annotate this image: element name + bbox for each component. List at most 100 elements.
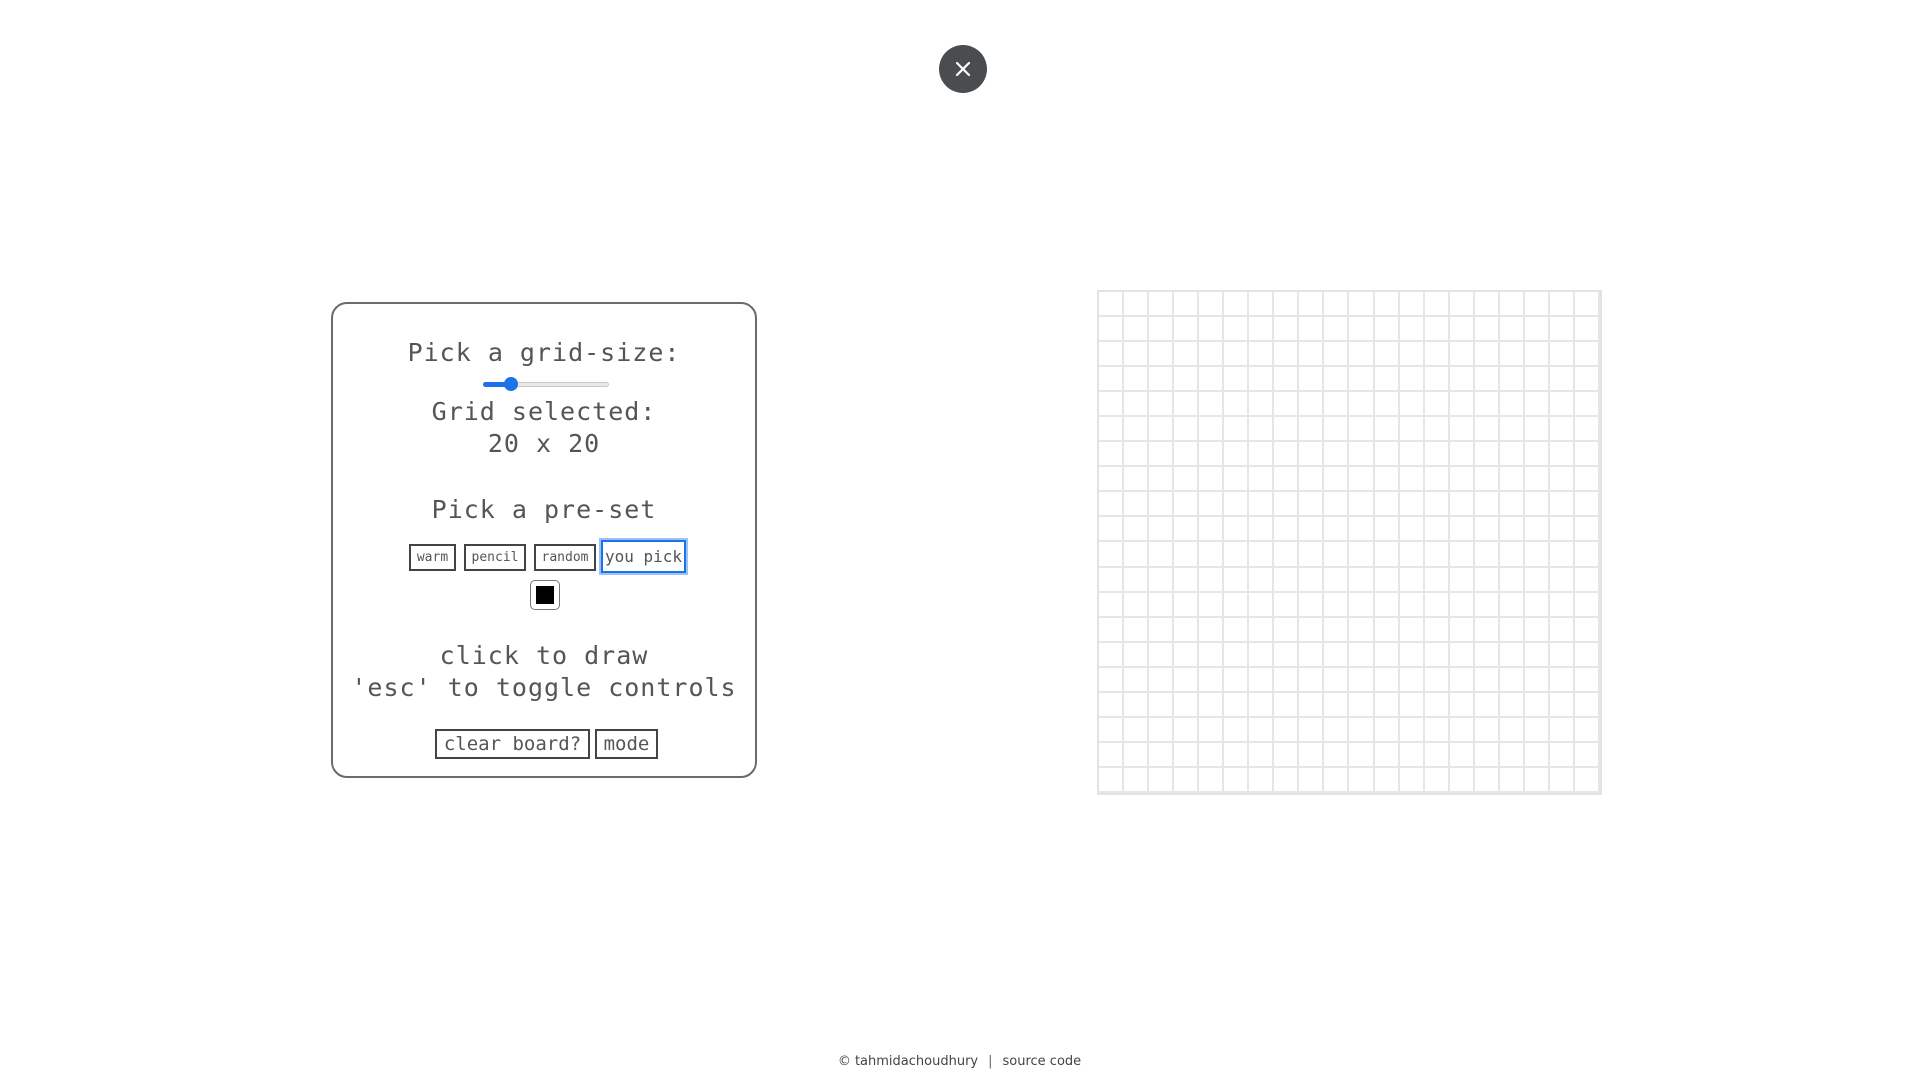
grid-cell[interactable] xyxy=(1524,342,1550,368)
grid-cell[interactable] xyxy=(1549,592,1575,618)
grid-cell[interactable] xyxy=(1174,292,1200,318)
grid-cell[interactable] xyxy=(1449,667,1475,693)
grid-cell[interactable] xyxy=(1549,667,1575,693)
grid-cell[interactable] xyxy=(1324,642,1350,668)
grid-cell[interactable] xyxy=(1274,592,1300,618)
grid-cell[interactable] xyxy=(1224,492,1250,518)
grid-cell[interactable] xyxy=(1474,417,1500,443)
grid-cell[interactable] xyxy=(1199,417,1225,443)
grid-cell[interactable] xyxy=(1149,667,1175,693)
grid-cell[interactable] xyxy=(1274,442,1300,468)
grid-cell[interactable] xyxy=(1349,542,1375,568)
grid-cell[interactable] xyxy=(1399,542,1425,568)
grid-cell[interactable] xyxy=(1549,542,1575,568)
grid-cell[interactable] xyxy=(1524,517,1550,543)
grid-cell[interactable] xyxy=(1524,542,1550,568)
grid-cell[interactable] xyxy=(1499,342,1525,368)
grid-cell[interactable] xyxy=(1449,767,1475,793)
grid-cell[interactable] xyxy=(1199,317,1225,343)
grid-cell[interactable] xyxy=(1524,742,1550,768)
grid-cell[interactable] xyxy=(1349,517,1375,543)
grid-cell[interactable] xyxy=(1124,417,1150,443)
grid-cell[interactable] xyxy=(1099,592,1125,618)
grid-cell[interactable] xyxy=(1099,417,1125,443)
grid-cell[interactable] xyxy=(1324,692,1350,718)
grid-cell[interactable] xyxy=(1199,342,1225,368)
grid-cell[interactable] xyxy=(1424,517,1450,543)
grid-cell[interactable] xyxy=(1099,492,1125,518)
grid-cell[interactable] xyxy=(1274,717,1300,743)
grid-cell[interactable] xyxy=(1549,367,1575,393)
grid-cell[interactable] xyxy=(1149,692,1175,718)
clear-board-button[interactable]: clear board? xyxy=(435,729,590,759)
grid-cell[interactable] xyxy=(1199,692,1225,718)
grid-cell[interactable] xyxy=(1149,392,1175,418)
grid-cell[interactable] xyxy=(1249,567,1275,593)
grid-cell[interactable] xyxy=(1449,742,1475,768)
grid-cell[interactable] xyxy=(1474,317,1500,343)
grid-cell[interactable] xyxy=(1099,767,1125,793)
grid-cell[interactable] xyxy=(1449,517,1475,543)
grid-cell[interactable] xyxy=(1399,292,1425,318)
grid-cell[interactable] xyxy=(1574,367,1600,393)
grid-cell[interactable] xyxy=(1199,567,1225,593)
grid-cell[interactable] xyxy=(1374,467,1400,493)
grid-cell[interactable] xyxy=(1524,367,1550,393)
grid-cell[interactable] xyxy=(1374,342,1400,368)
grid-cell[interactable] xyxy=(1524,642,1550,668)
grid-cell[interactable] xyxy=(1549,692,1575,718)
grid-cell[interactable] xyxy=(1224,542,1250,568)
grid-cell[interactable] xyxy=(1299,692,1325,718)
grid-cell[interactable] xyxy=(1549,767,1575,793)
grid-cell[interactable] xyxy=(1549,417,1575,443)
grid-cell[interactable] xyxy=(1224,342,1250,368)
preset-warm-button[interactable]: warm xyxy=(409,544,456,571)
grid-cell[interactable] xyxy=(1549,717,1575,743)
grid-cell[interactable] xyxy=(1174,542,1200,568)
grid-cell[interactable] xyxy=(1124,492,1150,518)
grid-cell[interactable] xyxy=(1274,367,1300,393)
preset-pencil-button[interactable]: pencil xyxy=(464,544,526,571)
grid-cell[interactable] xyxy=(1324,542,1350,568)
grid-cell[interactable] xyxy=(1349,392,1375,418)
grid-cell[interactable] xyxy=(1299,592,1325,618)
grid-cell[interactable] xyxy=(1424,767,1450,793)
grid-cell[interactable] xyxy=(1349,317,1375,343)
grid-cell[interactable] xyxy=(1324,517,1350,543)
grid-cell[interactable] xyxy=(1474,467,1500,493)
grid-cell[interactable] xyxy=(1199,542,1225,568)
grid-cell[interactable] xyxy=(1199,517,1225,543)
grid-cell[interactable] xyxy=(1374,592,1400,618)
grid-cell[interactable] xyxy=(1249,692,1275,718)
grid-cell[interactable] xyxy=(1174,342,1200,368)
grid-cell[interactable] xyxy=(1249,742,1275,768)
grid-cell[interactable] xyxy=(1524,592,1550,618)
grid-cell[interactable] xyxy=(1524,767,1550,793)
grid-cell[interactable] xyxy=(1149,517,1175,543)
grid-cell[interactable] xyxy=(1474,542,1500,568)
grid-cell[interactable] xyxy=(1224,717,1250,743)
grid-cell[interactable] xyxy=(1524,392,1550,418)
grid-cell[interactable] xyxy=(1124,767,1150,793)
grid-cell[interactable] xyxy=(1274,292,1300,318)
grid-cell[interactable] xyxy=(1374,392,1400,418)
grid-cell[interactable] xyxy=(1199,717,1225,743)
grid-cell[interactable] xyxy=(1574,442,1600,468)
grid-cell[interactable] xyxy=(1524,467,1550,493)
grid-cell[interactable] xyxy=(1474,442,1500,468)
grid-cell[interactable] xyxy=(1424,567,1450,593)
grid-cell[interactable] xyxy=(1574,667,1600,693)
grid-cell[interactable] xyxy=(1299,642,1325,668)
grid-cell[interactable] xyxy=(1499,717,1525,743)
grid-cell[interactable] xyxy=(1199,467,1225,493)
grid-cell[interactable] xyxy=(1224,292,1250,318)
grid-cell[interactable] xyxy=(1349,492,1375,518)
grid-cell[interactable] xyxy=(1374,642,1400,668)
source-code-link[interactable]: source code xyxy=(1003,1054,1082,1069)
grid-cell[interactable] xyxy=(1549,467,1575,493)
grid-cell[interactable] xyxy=(1349,717,1375,743)
grid-cell[interactable] xyxy=(1424,417,1450,443)
grid-cell[interactable] xyxy=(1424,342,1450,368)
grid-cell[interactable] xyxy=(1449,317,1475,343)
grid-cell[interactable] xyxy=(1124,617,1150,643)
